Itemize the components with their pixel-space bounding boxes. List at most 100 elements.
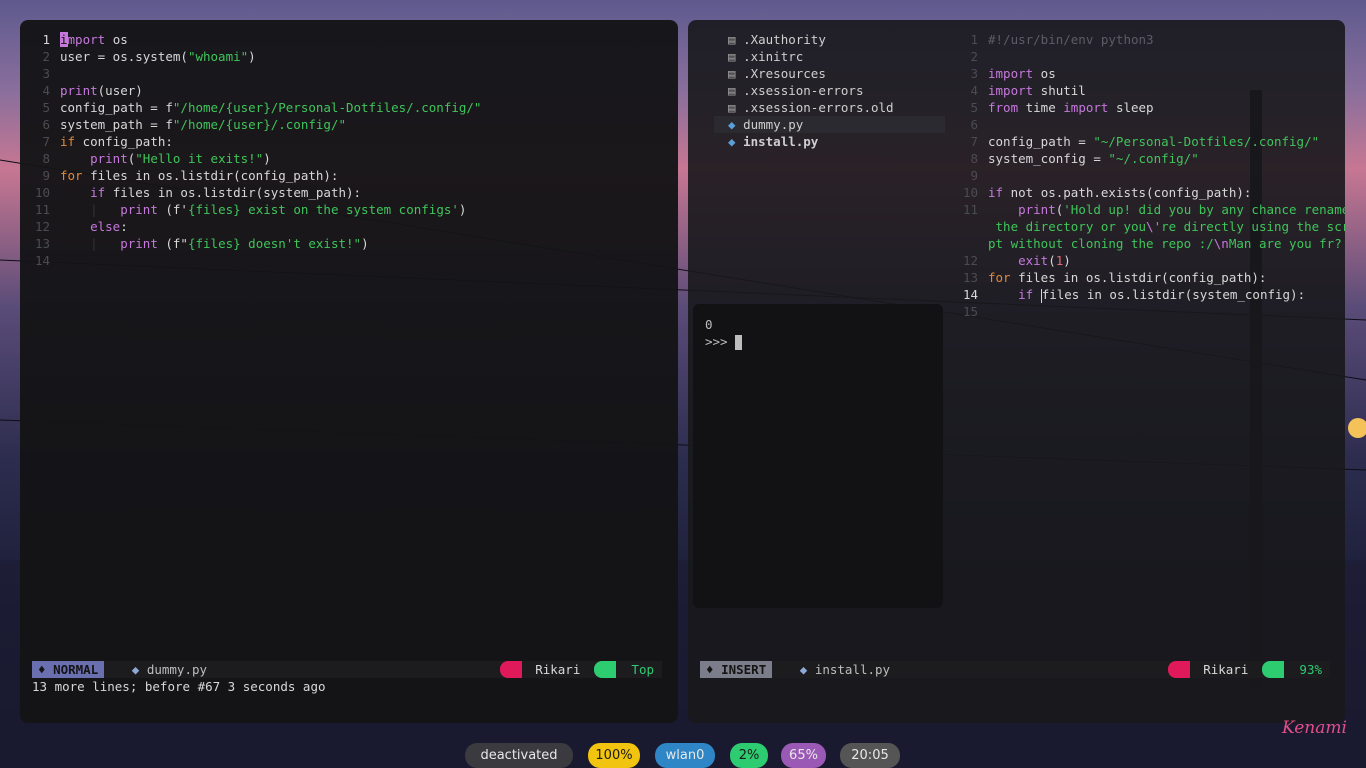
code-line[interactable]: 11 print('Hold up! did you by any chance… [952,201,1345,218]
code-token: if [60,134,76,149]
code-line[interactable]: 13 | print (f"{files} doesn't exist!") [20,235,678,252]
code-token: config_path = f [60,100,173,115]
code-line[interactable]: 2 user = os.system("whoami") [20,48,678,65]
code-token: shutil [1033,83,1086,98]
code-line[interactable]: 2 [952,48,1332,65]
code-line[interactable]: the directory or you\'re directly using … [952,218,1345,235]
line-number: 8 [970,151,978,166]
line-number: 7 [42,134,50,149]
file-tree[interactable]: ▤ .Xauthority ▤ .xinitrc ▤ .Xresources ▤ .x… [714,31,945,150]
line-number: 7 [970,134,978,149]
left-editor-window[interactable]: 1 import os 2 user = os.system("whoami") 3 4 p… [20,20,678,723]
code-line[interactable]: 5 from time import sleep [952,99,1332,116]
line-number: 4 [970,83,978,98]
file-tree-item[interactable]: ▤ .Xauthority [714,31,945,48]
python-icon: ◆ [728,134,744,149]
line-number: 9 [42,168,50,183]
line-number: 6 [970,117,978,132]
code-line[interactable]: 12 else: [20,218,678,235]
code-line[interactable]: 8 system_config = "~/.config/" [952,150,1332,167]
code-line[interactable]: 14 [20,252,678,269]
code-line[interactable]: 6 system_path = f"/home/{user}/.config/" [20,116,678,133]
vpn-status[interactable]: deactivated [465,743,573,768]
code-token: Man are you fr?' [1228,236,1345,251]
code-token: ) [263,151,271,166]
cpu-status[interactable]: 2% [730,743,768,768]
file-tree-item[interactable]: ▤ .Xresources [714,65,945,82]
code-line[interactable]: 8 print("Hello it exits!") [20,150,678,167]
code-line[interactable]: 4 print(user) [20,82,678,99]
code-token: : [120,219,128,234]
code-line[interactable]: 4 import shutil [952,82,1332,99]
code-token: if [1018,287,1034,302]
code-token: os [1033,66,1056,81]
code-line[interactable]: 3 import os [952,65,1332,82]
file-tree-item[interactable]: ◆ dummy.py [714,116,945,133]
right-editor-window[interactable]: ▤ .Xauthority ▤ .xinitrc ▤ .Xresources ▤ .x… [688,20,1345,723]
left-code-area[interactable]: 1 import os 2 user = os.system("whoami") 3 4 p… [20,31,678,269]
brightness-status[interactable]: 100% [588,743,640,768]
line-number: 2 [970,49,978,64]
code-token: 'Hold up! did you by any chance renamed [1063,202,1345,217]
status-filename: dummy.py [146,662,208,677]
code-line[interactable]: 10 if files in os.listdir(system_path): [20,184,678,201]
code-line[interactable]: 3 [20,65,678,82]
code-token: re directly using the scri [1161,219,1345,234]
cursor: i [60,32,68,47]
code-line[interactable]: 7 if config_path: [20,133,678,150]
file-icon: ▤ [728,32,744,47]
code-token: import [1063,100,1109,115]
code-line[interactable]: 1 import os [20,31,678,48]
status-user: Rikari [535,662,581,677]
line-number: 11 [962,202,978,217]
code-token: (f" [157,236,188,251]
terminal-prompt-line[interactable]: >>> [705,333,743,350]
code-line[interactable]: 5 config_path = f"/home/{user}/Personal-D… [20,99,678,116]
file-tree-item[interactable]: ▤ .xsession-errors.old [714,99,945,116]
code-token: "/home/{user}/Personal-Dotfiles/.config/… [172,100,482,115]
code-token: "Hello it exits!" [135,151,264,166]
file-icon: ▤ [728,49,744,64]
file-tree-item[interactable]: ◆ install.py [714,133,945,150]
code-line[interactable]: 9 for files in os.listdir(config_path): [20,167,678,184]
code-line[interactable]: 15 [952,303,1332,320]
code-line[interactable]: 14 if files in os.listdir(system_config)… [952,286,1332,303]
network-status[interactable]: wlan0 [655,743,715,768]
code-token: "~/Personal-Dotfiles/.config/" [1093,134,1320,149]
terminal-output: 0 [705,317,713,332]
code-line[interactable]: 10 if not os.path.exists(config_path): [952,184,1332,201]
right-code-area[interactable]: 1 #!/usr/bin/env python3 2 3 import os 4 impor… [952,31,1345,320]
file-tree-item[interactable]: ▤ .xinitrc [714,48,945,65]
code-line[interactable]: 12 exit(1) [952,252,1332,269]
code-line[interactable]: 13 for files in os.listdir(config_path): [952,269,1332,286]
file-tree-item[interactable]: ▤ .xsession-errors [714,82,945,99]
code-token: os [105,32,128,47]
line-number: 3 [970,66,978,81]
folder-icon [1167,661,1190,678]
code-line[interactable]: 9 [952,167,1332,184]
status-filename: install.py [814,662,891,677]
code-token: files in os.listdir(system_config): [1041,287,1306,302]
code-line[interactable]: 11 | print (f'{files} exist on the syste… [20,201,678,218]
code-token: pt without cloning the repo :/ [988,236,1214,251]
mode-indicator: ♦ INSERT [700,661,773,678]
code-line[interactable]: 7 config_path = "~/Personal-Dotfiles/.con… [952,133,1332,150]
line-number: 8 [42,151,50,166]
file-name: .Xauthority [743,32,826,47]
code-line[interactable]: 6 [952,116,1332,133]
folder-icon [499,661,522,678]
code-token: "whoami" [187,49,249,64]
code-line[interactable]: pt without cloning the repo :/\nMan are … [952,235,1345,252]
floating-terminal[interactable]: 0 >>> [693,304,943,608]
clock: 20:05 [840,743,900,768]
python-icon: ◆ [131,662,140,677]
code-line[interactable]: 1 #!/usr/bin/env python3 [952,31,1332,48]
line-number: 10 [34,185,50,200]
python-icon: ◆ [728,117,744,132]
file-icon: ▤ [728,83,744,98]
volume-status[interactable]: 65% [781,743,826,768]
code-token: \n [1213,236,1229,251]
